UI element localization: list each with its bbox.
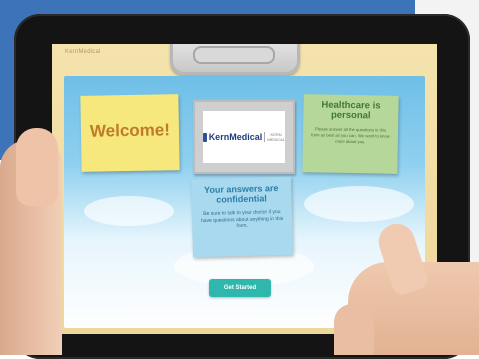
welcome-title: Welcome! — [89, 120, 171, 141]
kern-logo-icon — [203, 132, 207, 142]
get-started-button[interactable]: Get Started — [209, 279, 271, 297]
welcome-note: Welcome! — [80, 94, 180, 172]
clip-handle — [193, 46, 275, 64]
confidential-title: Your answers are confidential — [203, 183, 279, 205]
organization-name: KernMedical — [208, 132, 263, 142]
healthcare-title: Healthcare is personal — [321, 99, 381, 122]
healthcare-body: Please answer all the questions in this … — [311, 126, 390, 145]
app-logo: KernMedical — [65, 49, 101, 55]
clipboard-clip — [170, 44, 300, 75]
healthcare-note: Healthcare is personal Please answer all… — [302, 94, 399, 174]
cloud-decoration — [84, 196, 174, 226]
organization-logo: KernMedical KERN MEDICAL — [203, 111, 285, 163]
organization-tagline: KERN MEDICAL — [264, 132, 285, 142]
confidential-note: Your answers are confidential Be sure to… — [190, 176, 294, 258]
cloud-decoration — [304, 186, 414, 222]
organization-logo-card: KernMedical KERN MEDICAL — [193, 100, 295, 174]
left-thumb — [16, 128, 58, 206]
right-thumb — [334, 304, 374, 355]
confidential-body: Be sure to talk to your doctor if you ha… — [200, 208, 284, 230]
